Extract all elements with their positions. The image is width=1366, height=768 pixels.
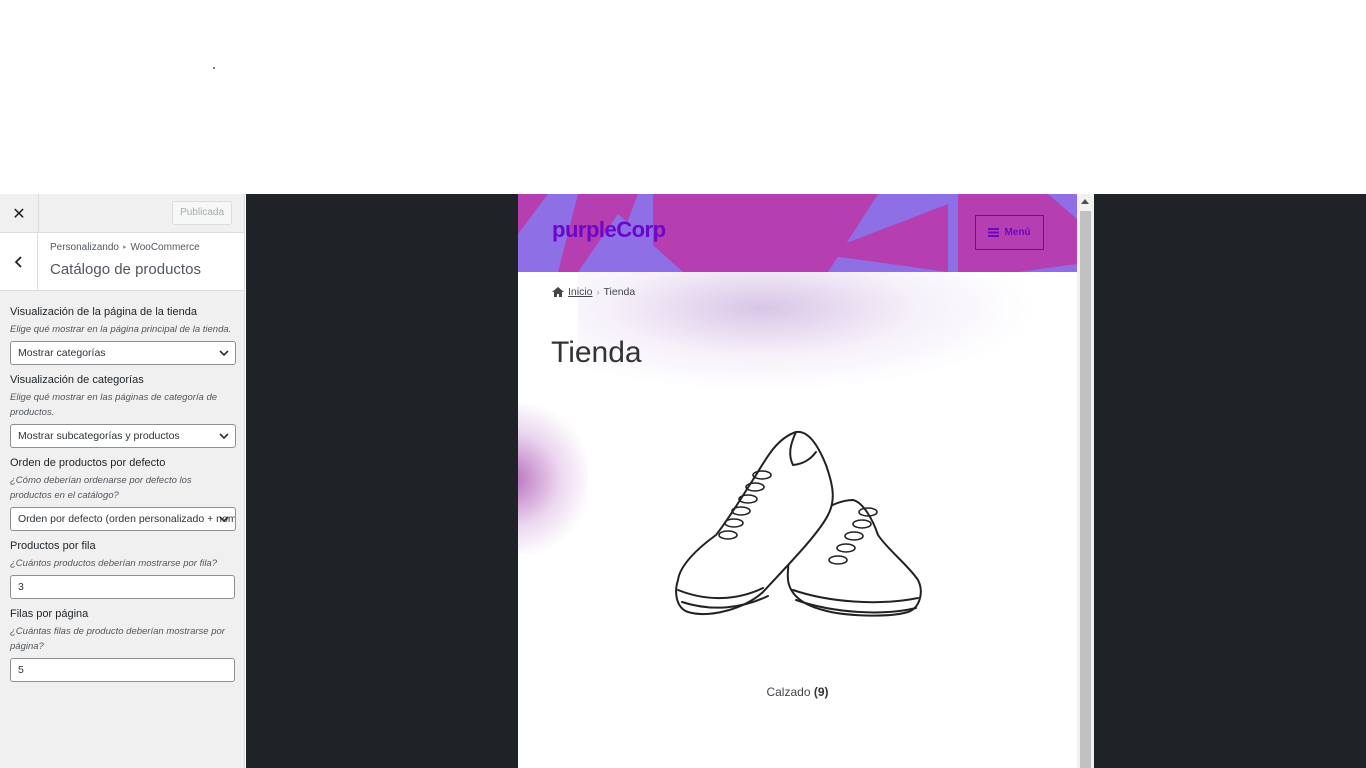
close-icon: ✕	[12, 203, 26, 223]
site-breadcrumb: Inicio › Tienda	[552, 286, 635, 298]
control-description: Elige qué mostrar en las páginas de cate…	[10, 392, 218, 418]
control-label: Visualización de la página de la tienda	[10, 306, 197, 318]
close-customizer-button[interactable]: ✕	[0, 194, 39, 232]
publish-button[interactable]: Publicada	[172, 201, 232, 225]
select-value: Orden por defecto (orden personalizado +…	[18, 513, 236, 525]
control-label: Orden de productos por defecto	[10, 457, 166, 469]
hamburger-icon	[988, 228, 1000, 237]
category-name: Calzado	[766, 685, 811, 699]
control-shop-page-display: Visualización de la página de la tienda …	[10, 306, 236, 365]
control-label: Filas por página	[10, 608, 89, 620]
control-label: Productos por fila	[10, 540, 96, 552]
home-icon	[552, 287, 564, 297]
rows-per-page-input[interactable]: 5	[10, 658, 235, 682]
section-title: Catálogo de productos	[50, 261, 201, 278]
preview-scrollbar[interactable]	[1077, 194, 1094, 768]
control-description: ¿Cómo deberían ordenarse por defecto los…	[10, 475, 192, 501]
sneakers-image[interactable]	[668, 430, 928, 630]
select-value: Mostrar categorías	[18, 347, 106, 359]
breadcrumb-separator-icon: ›	[596, 287, 600, 297]
controls-list: Visualización de la página de la tienda …	[0, 291, 244, 682]
back-button[interactable]	[0, 233, 38, 290]
category-display-select[interactable]: Mostrar subcategorías y productos	[10, 424, 236, 448]
stray-dot	[213, 67, 215, 69]
chevron-down-icon	[219, 433, 229, 440]
breadcrumb-current: WooCommerce	[130, 242, 200, 253]
page-title: Tienda	[551, 336, 642, 369]
shop-page-display-select[interactable]: Mostrar categorías	[10, 341, 236, 365]
site-preview: purpleCorp Menú Inicio › Tienda Tienda C…	[518, 194, 1094, 768]
blurred-decoration	[578, 272, 1038, 392]
control-description: ¿Cuántos productos deberían mostrarse po…	[10, 558, 217, 569]
select-value: Mostrar subcategorías y productos	[18, 430, 180, 442]
customizer-sidebar: ✕ Publicada Personalizando ▸ WooCommerce C…	[0, 194, 245, 768]
chevron-left-icon	[14, 255, 22, 268]
site-title[interactable]: purpleCorp	[552, 217, 666, 243]
breadcrumb-home-link[interactable]: Inicio	[568, 286, 593, 298]
customizer-breadcrumb: Personalizando ▸ WooCommerce	[50, 242, 200, 253]
breadcrumb-separator-icon: ▸	[122, 244, 127, 251]
blank-top-area	[0, 0, 1366, 194]
chevron-down-icon	[219, 350, 229, 357]
control-label: Visualización de categorías	[10, 374, 144, 386]
control-category-display: Visualización de categorías Elige qué mo…	[10, 374, 236, 448]
breadcrumb-root: Personalizando	[50, 242, 119, 253]
menu-label: Menú	[1004, 227, 1031, 238]
section-header: Personalizando ▸ WooCommerce Catálogo de p…	[0, 233, 244, 291]
control-default-sorting: Orden de productos por defecto ¿Cómo deb…	[10, 457, 236, 531]
scroll-thumb[interactable]	[1080, 211, 1091, 768]
scroll-up-icon[interactable]	[1081, 199, 1089, 204]
blurred-decoration	[518, 404, 588, 554]
products-per-row-input[interactable]: 3	[10, 575, 235, 599]
menu-button[interactable]: Menú	[975, 215, 1044, 250]
breadcrumb-current: Tienda	[603, 286, 636, 298]
chevron-down-icon	[219, 516, 229, 523]
category-link[interactable]: Calzado (9)	[518, 685, 1077, 699]
site-header: purpleCorp Menú	[518, 194, 1077, 272]
customizer-header: ✕ Publicada	[0, 194, 244, 233]
control-description: ¿Cuántas filas de producto deberían most…	[10, 626, 225, 652]
control-products-per-row: Productos por fila ¿Cuántos productos de…	[10, 540, 235, 599]
control-description: Elige qué mostrar en la página principal…	[10, 324, 232, 335]
control-rows-per-page: Filas por página ¿Cuántas filas de produ…	[10, 608, 235, 682]
category-count: (9)	[813, 685, 829, 699]
default-sorting-select[interactable]: Orden por defecto (orden personalizado +…	[10, 507, 236, 531]
